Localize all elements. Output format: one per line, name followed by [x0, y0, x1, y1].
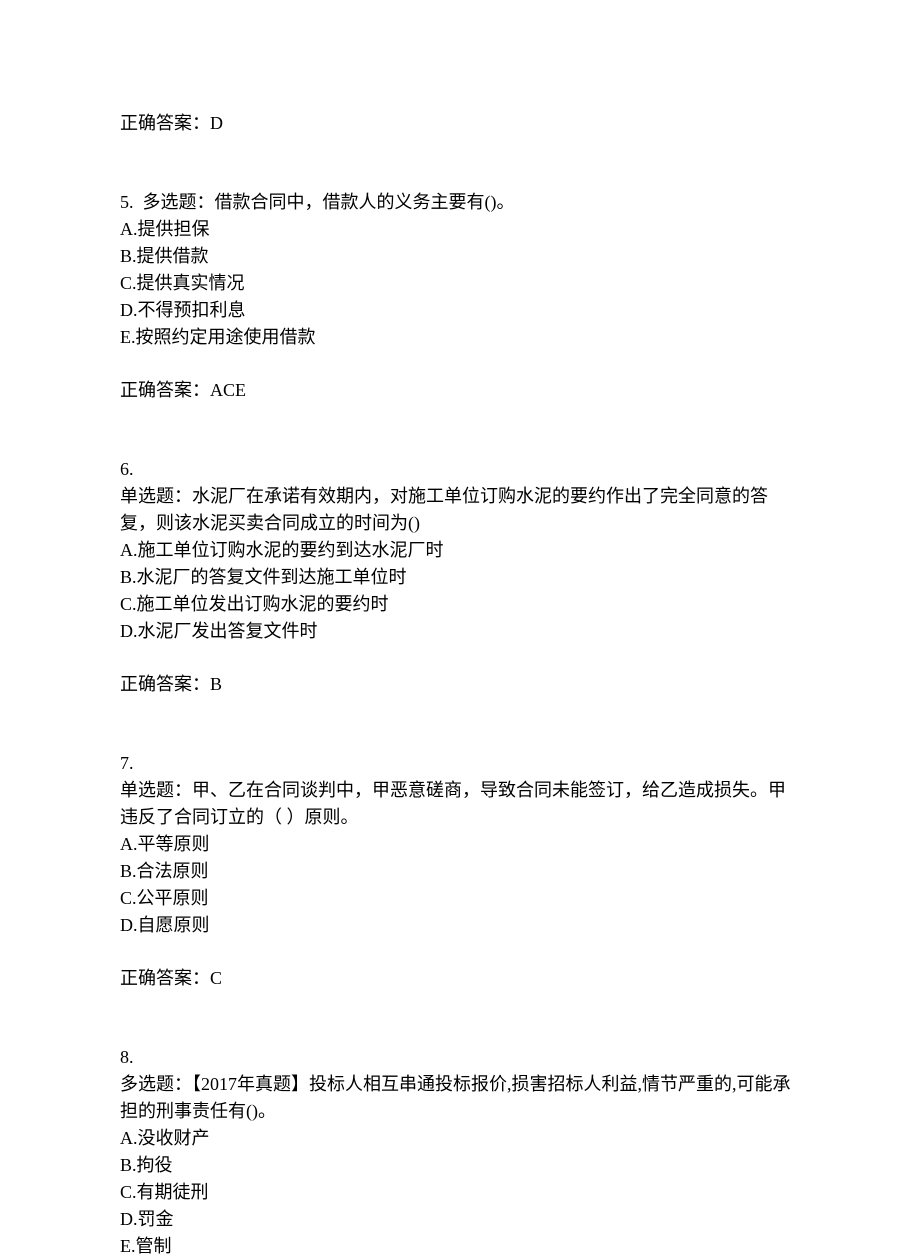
answer-text: 正确答案：ACE: [120, 377, 800, 404]
question-6: 6. 单选题：水泥厂在承诺有效期内，对施工单位订购水泥的要约作出了完全同意的答复…: [120, 456, 800, 698]
option-d: D.不得预扣利息: [120, 297, 800, 324]
option-d: D.水泥厂发出答复文件时: [120, 618, 800, 645]
question-header: 单选题：水泥厂在承诺有效期内，对施工单位订购水泥的要约作出了完全同意的答复，则该…: [120, 483, 800, 537]
option-a: A.平等原则: [120, 831, 800, 858]
question-header: 单选题：甲、乙在合同谈判中，甲恶意磋商，导致合同未能签订，给乙造成损失。甲违反了…: [120, 777, 800, 831]
question-number: 8.: [120, 1044, 800, 1071]
option-e: E.管制: [120, 1233, 800, 1260]
question-4-answer-only: 正确答案：D: [120, 110, 800, 137]
answer-text: 正确答案：B: [120, 671, 800, 698]
option-a: A.提供担保: [120, 216, 800, 243]
answer-text: 正确答案：C: [120, 965, 800, 992]
option-c: C.公平原则: [120, 885, 800, 912]
option-b: B.拘役: [120, 1152, 800, 1179]
option-d: D.罚金: [120, 1206, 800, 1233]
option-a: A.没收财产: [120, 1125, 800, 1152]
question-number: 6.: [120, 456, 800, 483]
option-c: C.施工单位发出订购水泥的要约时: [120, 591, 800, 618]
option-d: D.自愿原则: [120, 912, 800, 939]
option-b: B.合法原则: [120, 858, 800, 885]
option-c: C.提供真实情况: [120, 270, 800, 297]
question-header: 多选题：【2017年真题】投标人相互串通投标报价,损害招标人利益,情节严重的,可…: [120, 1071, 800, 1125]
question-5: 5. 多选题：借款合同中，借款人的义务主要有()。 A.提供担保 B.提供借款 …: [120, 189, 800, 404]
question-7: 7. 单选题：甲、乙在合同谈判中，甲恶意磋商，导致合同未能签订，给乙造成损失。甲…: [120, 750, 800, 992]
question-number: 7.: [120, 750, 800, 777]
answer-text: 正确答案：D: [120, 110, 800, 137]
question-header: 5. 多选题：借款合同中，借款人的义务主要有()。: [120, 189, 800, 216]
option-e: E.按照约定用途使用借款: [120, 324, 800, 351]
option-c: C.有期徒刑: [120, 1179, 800, 1206]
option-b: B.提供借款: [120, 243, 800, 270]
option-b: B.水泥厂的答复文件到达施工单位时: [120, 564, 800, 591]
option-a: A.施工单位订购水泥的要约到达水泥厂时: [120, 537, 800, 564]
question-8: 8. 多选题：【2017年真题】投标人相互串通投标报价,损害招标人利益,情节严重…: [120, 1044, 800, 1260]
